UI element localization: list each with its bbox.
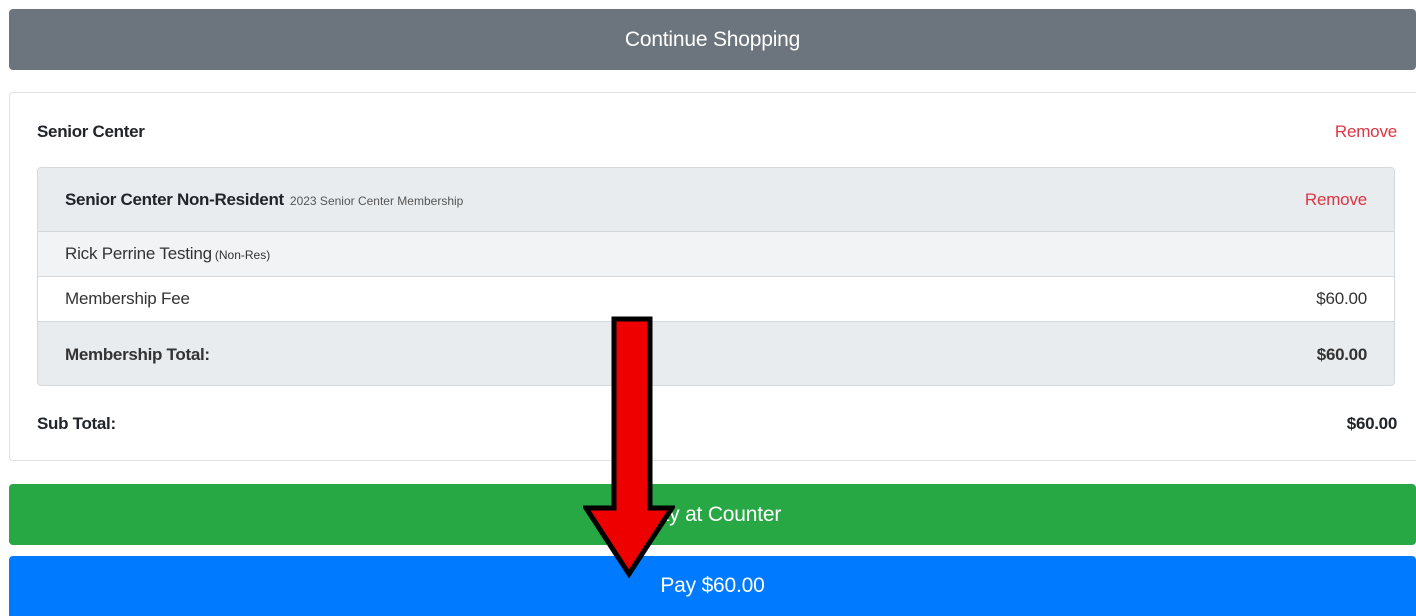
participant-row: Rick Perrine Testing (Non-Res) [38,232,1394,277]
remove-section-link[interactable]: Remove [1335,122,1397,142]
item-total-label: Membership Total: [65,344,210,364]
cart-item-title: Senior Center Non-Resident 2023 Senior Ce… [65,190,463,210]
item-name: Senior Center Non-Resident [65,189,284,209]
subtotal-label: Sub Total: [37,414,116,433]
cart-item-panel: Senior Center Non-Resident 2023 Senior Ce… [37,167,1395,386]
item-total-amount: $60.00 [1316,344,1368,364]
cart-section: Senior Center Remove Senior Center Non-R… [9,92,1416,461]
fee-label: Membership Fee [65,289,190,308]
fee-row: Membership Fee $60.00 [38,277,1394,322]
pay-at-counter-button[interactable]: Pay at Counter [9,484,1416,545]
item-total-row: Membership Total: $60.00 [38,322,1394,385]
subtotal-amount: $60.00 [1346,414,1398,433]
down-arrow-icon [583,316,675,578]
section-header: Senior Center Remove [37,120,1397,144]
pay-online-button[interactable]: Pay $60.00 [9,556,1416,616]
participant-residency-tag: (Non-Res) [214,248,271,262]
fee-amount: $60.00 [1316,289,1367,308]
participant-name: Rick Perrine Testing [65,244,212,263]
cart-item-header: Senior Center Non-Resident 2023 Senior Ce… [38,168,1394,232]
section-title: Senior Center [37,122,145,141]
item-description: 2023 Senior Center Membership [289,193,464,208]
remove-item-link[interactable]: Remove [1305,190,1367,210]
continue-shopping-button[interactable]: Continue Shopping [9,9,1416,70]
subtotal-row: Sub Total: $60.00 [37,412,1397,436]
